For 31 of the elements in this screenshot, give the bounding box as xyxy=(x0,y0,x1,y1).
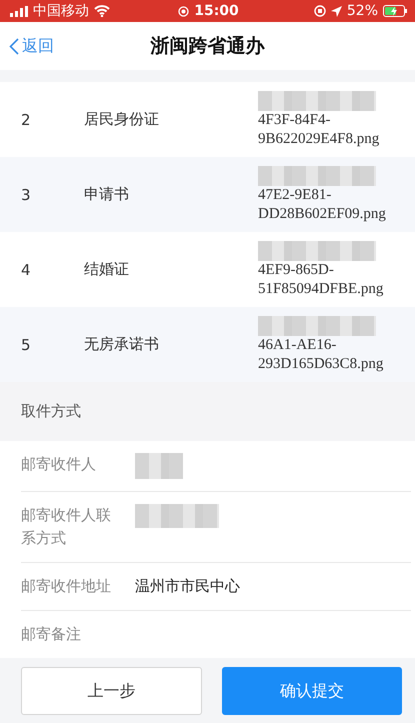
material-name: 结婚证 xyxy=(84,260,130,279)
file-name: 4EF9-865D- 51F85094DFBE.png xyxy=(258,260,384,298)
chevron-left-icon xyxy=(9,38,19,54)
page-title: 浙闽跨省通办 xyxy=(150,34,264,59)
location-arrow-icon xyxy=(330,6,342,16)
file-name: 4F3F-84F4- 9B622029E4F8.png xyxy=(258,110,380,148)
material-name: 无房承诺书 xyxy=(84,335,160,354)
field-value: 温州市市民中心 xyxy=(135,576,240,597)
back-button[interactable]: 返回 xyxy=(0,36,54,56)
previous-step-button[interactable]: 上一步 xyxy=(21,667,202,715)
rotation-lock-icon xyxy=(314,5,326,17)
field-label: 邮寄收件地址 xyxy=(21,576,112,597)
field-label: 邮寄收件人联系方式 xyxy=(21,505,112,549)
row-number: 3 xyxy=(21,186,32,204)
field-label: 邮寄备注 xyxy=(21,624,82,645)
row-number: 2 xyxy=(21,110,32,128)
field-label: 邮寄收件人 xyxy=(21,454,97,475)
file-name: 47E2-9E81- DD28B602EF09.png xyxy=(258,186,386,224)
signal-icon xyxy=(10,6,28,16)
battery-icon xyxy=(383,5,408,17)
wifi-icon xyxy=(94,5,110,17)
submit-button[interactable]: 确认提交 xyxy=(222,667,402,715)
battery-percent: 52% xyxy=(346,3,378,19)
carrier-name: 中国移动 xyxy=(33,2,89,20)
material-name: 申请书 xyxy=(84,185,130,204)
row-number: 5 xyxy=(21,336,32,354)
clock-time: 15:00 xyxy=(194,3,239,19)
material-name: 居民身份证 xyxy=(84,110,160,129)
record-icon xyxy=(178,6,190,16)
file-name: 46A1-AE16- 293D165D63C8.png xyxy=(258,336,384,374)
row-number: 4 xyxy=(21,260,32,278)
